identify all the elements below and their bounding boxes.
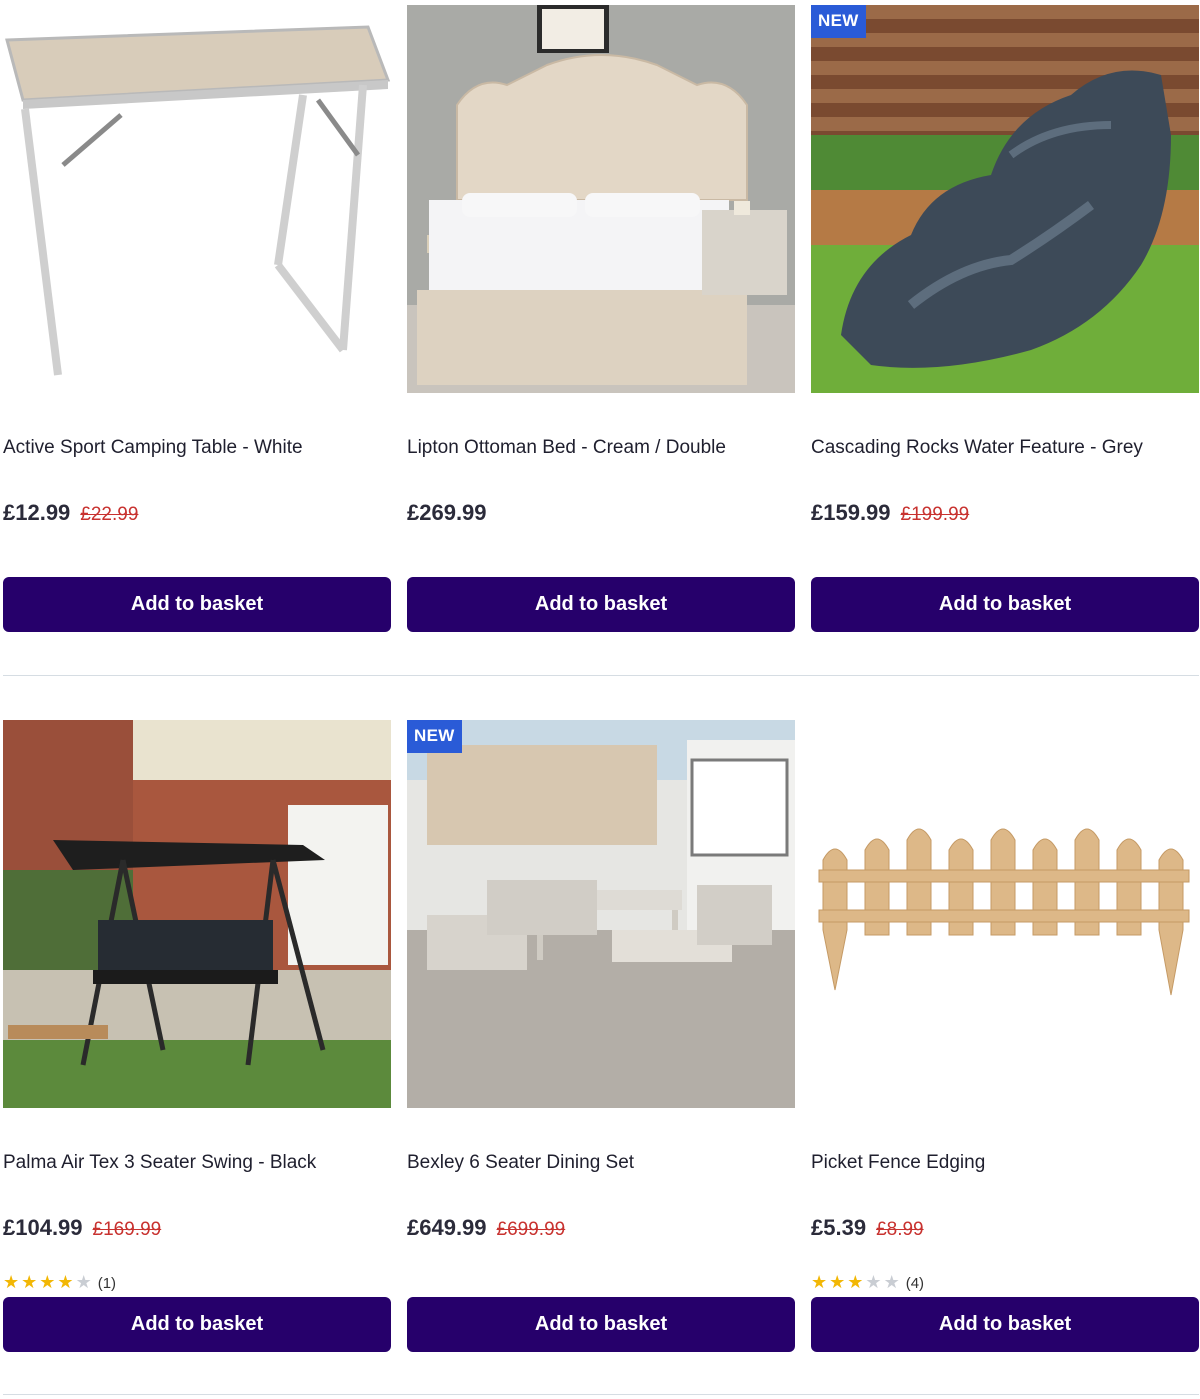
was-price: £699.99 [496,1219,566,1240]
add-to-basket-button[interactable]: Add to basket [811,1297,1199,1352]
star-icon: ★ [21,1272,40,1292]
ottoman-bed-image[interactable] [407,5,795,393]
price-line: £5.39 £8.99 [811,1215,924,1241]
row-divider [3,675,1199,676]
picket-fence-image[interactable] [811,720,1199,1108]
product-title[interactable]: Picket Fence Edging [811,1152,985,1174]
was-price: £169.99 [92,1219,162,1240]
star-icon: ★ [847,1272,866,1292]
price-line: £12.99 £22.99 [3,500,138,526]
price-line: £159.99 £199.99 [811,500,969,526]
add-to-basket-button[interactable]: Add to basket [811,577,1199,632]
add-to-basket-button[interactable]: Add to basket [3,577,391,632]
product-title[interactable]: Cascading Rocks Water Feature - Grey [811,437,1143,459]
price-line: £269.99 [407,500,487,526]
water-feature-image[interactable]: NEW [811,5,1199,393]
star-icon: ★ [57,1272,76,1292]
current-price: £104.99 [3,1215,83,1240]
star-rating: ★★★★★ (4) [811,1272,924,1293]
rating-count[interactable]: (4) [906,1275,924,1292]
star-icon: ★ [3,1272,22,1292]
current-price: £12.99 [3,500,71,525]
new-badge: NEW [407,720,462,753]
star-icon: ★ [39,1272,58,1292]
was-price: £8.99 [876,1219,924,1240]
product-title[interactable]: Palma Air Tex 3 Seater Swing - Black [3,1152,316,1174]
product-title[interactable]: Bexley 6 Seater Dining Set [407,1152,634,1174]
dining-set-image[interactable]: NEW [407,720,795,1108]
was-price: £22.99 [80,504,139,525]
row-divider [3,1394,1199,1395]
price-line: £649.99 £699.99 [407,1215,565,1241]
new-badge: NEW [811,5,866,38]
add-to-basket-button[interactable]: Add to basket [3,1297,391,1352]
price-line: £104.99 £169.99 [3,1215,161,1241]
camping-table-image[interactable] [3,5,391,393]
product-title[interactable]: Active Sport Camping Table - White [3,437,303,459]
add-to-basket-button[interactable]: Add to basket [407,1297,795,1352]
star-icon: ★ [811,1272,830,1292]
star-icon: ★ [883,1272,902,1292]
product-title[interactable]: Lipton Ottoman Bed - Cream / Double [407,437,726,459]
star-icon: ★ [865,1272,884,1292]
rating-count[interactable]: (1) [98,1275,116,1292]
add-to-basket-button[interactable]: Add to basket [407,577,795,632]
current-price: £159.99 [811,500,891,525]
garden-swing-image[interactable] [3,720,391,1108]
current-price: £649.99 [407,1215,487,1240]
was-price: £199.99 [900,504,970,525]
current-price: £269.99 [407,500,487,525]
star-icon: ★ [75,1272,94,1292]
star-rating: ★★★★★ (1) [3,1272,116,1293]
current-price: £5.39 [811,1215,867,1240]
star-icon: ★ [829,1272,848,1292]
